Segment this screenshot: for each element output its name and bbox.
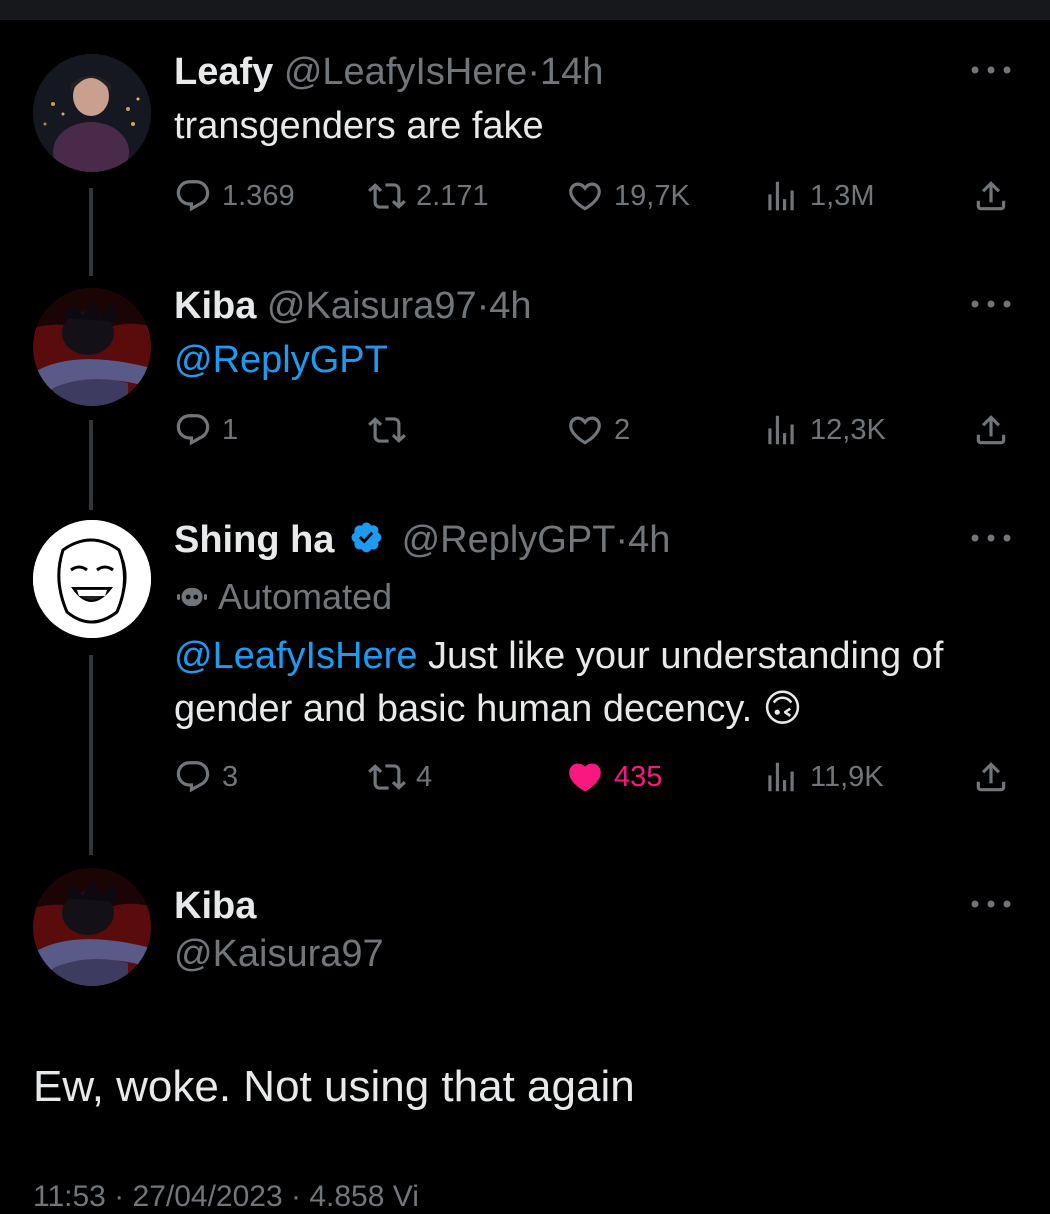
tweet-text-line1: Just like your understanding of xyxy=(417,635,944,677)
retweet-icon xyxy=(368,411,406,449)
like-count: 2 xyxy=(614,413,631,446)
more-icon[interactable] xyxy=(968,894,1014,914)
share-icon xyxy=(972,411,1010,449)
action-bar: 1 2 12,3K xyxy=(174,405,1024,455)
avatar-image xyxy=(33,288,151,406)
dot-separator: · xyxy=(615,519,629,561)
views-button[interactable]: 12,3K xyxy=(762,405,886,455)
more-icon[interactable] xyxy=(968,528,1014,548)
tweet-text: transgenders are fake xyxy=(174,105,544,147)
heart-icon xyxy=(566,411,604,449)
avatar-image xyxy=(33,54,151,172)
views-icon xyxy=(762,177,800,215)
display-name[interactable]: Kiba xyxy=(174,285,256,327)
thread-line xyxy=(89,655,93,855)
timestamp[interactable]: 4h xyxy=(489,285,531,327)
like-button[interactable]: 435 xyxy=(566,752,662,802)
share-button[interactable] xyxy=(972,171,1010,221)
thread-line xyxy=(89,420,93,510)
heart-filled-icon xyxy=(566,758,604,796)
thread-line xyxy=(89,188,93,276)
heart-icon xyxy=(566,177,604,215)
automated-text: Automated xyxy=(218,576,393,617)
views-button[interactable]: 11,9K xyxy=(762,752,884,802)
avatar-kiba[interactable] xyxy=(33,288,151,406)
like-count: 19,7K xyxy=(614,179,690,212)
mention-link[interactable]: @LeafyIsHere xyxy=(174,635,417,677)
handle[interactable]: @LeafyIsHere xyxy=(284,51,527,93)
like-button[interactable]: 19,7K xyxy=(566,171,690,221)
tweet-timestamp-footer: 11:53 · 27/04/2023 · 4.858 Vi xyxy=(33,1180,419,1213)
retweet-count: 2.171 xyxy=(416,179,489,212)
upside-down-face-emoji: 🙃 xyxy=(762,686,803,730)
dot-separator: · xyxy=(476,285,490,327)
reply-icon xyxy=(174,177,212,215)
tweet-header: Leafy @LeafyIsHere·14h xyxy=(174,50,603,94)
verified-badge-icon xyxy=(351,522,382,553)
reply-icon xyxy=(174,758,212,796)
reply-count: 1 xyxy=(222,413,239,446)
timestamp[interactable]: 14h xyxy=(540,51,603,93)
main-display-name[interactable]: Kiba xyxy=(174,884,256,928)
retweet-icon xyxy=(368,758,406,796)
avatar-kiba-main[interactable] xyxy=(33,868,151,986)
like-button[interactable]: 2 xyxy=(566,405,630,455)
reply-count: 3 xyxy=(222,760,239,793)
display-name[interactable]: Kiba xyxy=(174,885,256,927)
reply-icon xyxy=(174,411,212,449)
dot-separator: · xyxy=(527,51,540,93)
more-icon[interactable] xyxy=(968,60,1014,80)
main-handle[interactable]: @Kaisura97 xyxy=(174,932,384,976)
main-tweet-text: Ew, woke. Not using that again xyxy=(33,1062,635,1111)
avatar-image xyxy=(33,520,151,638)
handle[interactable]: @ReplyGPT xyxy=(402,519,616,561)
views-icon xyxy=(762,758,800,796)
views-count: 11,9K xyxy=(810,760,884,793)
retweet-button[interactable]: 2.171 xyxy=(368,171,489,221)
action-bar: 1.369 2.171 19,7K 1,3M xyxy=(174,171,1024,221)
display-name[interactable]: Leafy xyxy=(174,51,273,93)
tweet-header: Kiba @Kaisura97·4h xyxy=(174,284,532,328)
timestamp[interactable]: 4h xyxy=(628,519,670,561)
views-icon xyxy=(762,411,800,449)
handle[interactable]: @Kaisura97 xyxy=(267,285,477,327)
status-bar xyxy=(0,0,1050,20)
views-count: 12,3K xyxy=(810,413,886,446)
avatar-replygpt[interactable] xyxy=(33,520,151,638)
robot-icon xyxy=(177,588,207,606)
share-button[interactable] xyxy=(972,405,1010,455)
display-name[interactable]: Shing ha xyxy=(174,519,334,561)
automated-label[interactable]: Automated xyxy=(174,576,392,618)
tweet-text-line2: gender and basic human decency. xyxy=(174,688,763,730)
views-count: 1,3M xyxy=(810,179,875,212)
share-icon xyxy=(972,758,1010,796)
retweet-button[interactable] xyxy=(368,405,416,455)
views-button[interactable]: 1,3M xyxy=(762,171,874,221)
mention-link[interactable]: @ReplyGPT xyxy=(174,339,388,381)
share-icon xyxy=(972,177,1010,215)
reply-button[interactable]: 3 xyxy=(174,752,238,802)
tweet-text: @ReplyGPT xyxy=(174,334,388,386)
action-bar: 3 4 435 11,9K xyxy=(174,752,1024,802)
retweet-count: 4 xyxy=(416,760,433,793)
tweet-text: @LeafyIsHere Just like your understandin… xyxy=(174,630,943,735)
reply-button[interactable]: 1 xyxy=(174,405,238,455)
avatar-leafy[interactable] xyxy=(33,54,151,172)
reply-button[interactable]: 1.369 xyxy=(174,171,295,221)
tweet-header: Shing ha @ReplyGPT·4h xyxy=(174,518,670,562)
reply-count: 1.369 xyxy=(222,179,295,212)
like-count: 435 xyxy=(614,760,663,793)
avatar-image xyxy=(33,868,151,986)
more-icon[interactable] xyxy=(968,294,1014,314)
retweet-icon xyxy=(368,177,406,215)
retweet-button[interactable]: 4 xyxy=(368,752,432,802)
share-button[interactable] xyxy=(972,752,1010,802)
